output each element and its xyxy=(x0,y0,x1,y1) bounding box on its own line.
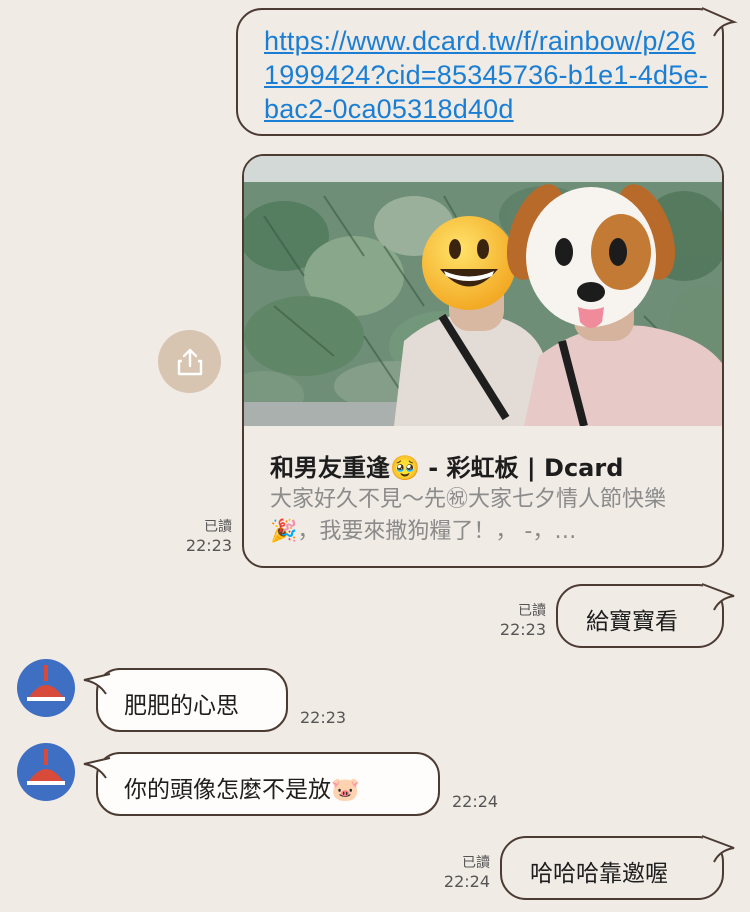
timestamp: 22:23 xyxy=(300,708,347,727)
read-receipt: 已讀 xyxy=(462,855,490,871)
message-text: 你的頭像怎麼不是放🐷 xyxy=(124,777,360,803)
link-url[interactable]: https://www.dcard.tw/f/rainbow/p/2619994… xyxy=(264,24,708,126)
link-message-bubble[interactable]: https://www.dcard.tw/f/rainbow/p/2619994… xyxy=(236,8,724,136)
avatar[interactable] xyxy=(17,659,75,717)
smiley-face-sticker xyxy=(422,216,516,310)
incoming-message-bubble[interactable]: 你的頭像怎麼不是放🐷 xyxy=(96,752,440,816)
bubble-tail xyxy=(83,757,111,779)
incoming-message-bubble[interactable]: 肥肥的心思 xyxy=(96,668,288,732)
outgoing-message-bubble[interactable]: 給寶寶看 xyxy=(556,584,724,648)
bubble-tail xyxy=(701,7,738,37)
message-meta: 已讀 22:23 xyxy=(470,602,546,640)
lamp-icon xyxy=(27,749,65,785)
outgoing-message-bubble[interactable]: 哈哈哈靠邀喔 xyxy=(500,836,724,900)
share-button[interactable] xyxy=(158,330,221,393)
read-receipt: 已讀 xyxy=(518,603,546,619)
timestamp: 22:24 xyxy=(452,792,499,811)
message-meta: 已讀 22:24 xyxy=(414,854,490,892)
bubble-tail xyxy=(701,835,735,863)
lamp-icon xyxy=(27,665,65,701)
message-text: 哈哈哈靠邀喔 xyxy=(530,861,668,887)
read-receipt: 已讀 xyxy=(204,519,232,535)
timestamp: 22:24 xyxy=(443,872,490,891)
preview-description: 大家好久不見～先㊗大家七夕情人節快樂🎉，我要來撒狗糧了！， -，… xyxy=(270,487,667,544)
timestamp: 22:23 xyxy=(185,536,232,555)
bubble-tail xyxy=(701,583,735,611)
share-icon xyxy=(177,348,202,375)
timestamp: 22:23 xyxy=(499,620,546,639)
message-text: 肥肥的心思 xyxy=(124,693,239,719)
dog-face-sticker xyxy=(506,184,676,328)
link-preview-card[interactable]: 和男友重逢🥹 - 彩虹板 | Dcard 大家好久不見～先㊗大家七夕情人節快樂🎉… xyxy=(242,154,724,568)
preview-image xyxy=(244,156,722,426)
preview-title: 和男友重逢🥹 - 彩虹板 | Dcard xyxy=(270,454,624,482)
bubble-tail xyxy=(83,673,111,695)
message-text: 給寶寶看 xyxy=(586,609,678,635)
preview-meta: 已讀 22:23 xyxy=(160,518,232,556)
avatar[interactable] xyxy=(17,743,75,801)
